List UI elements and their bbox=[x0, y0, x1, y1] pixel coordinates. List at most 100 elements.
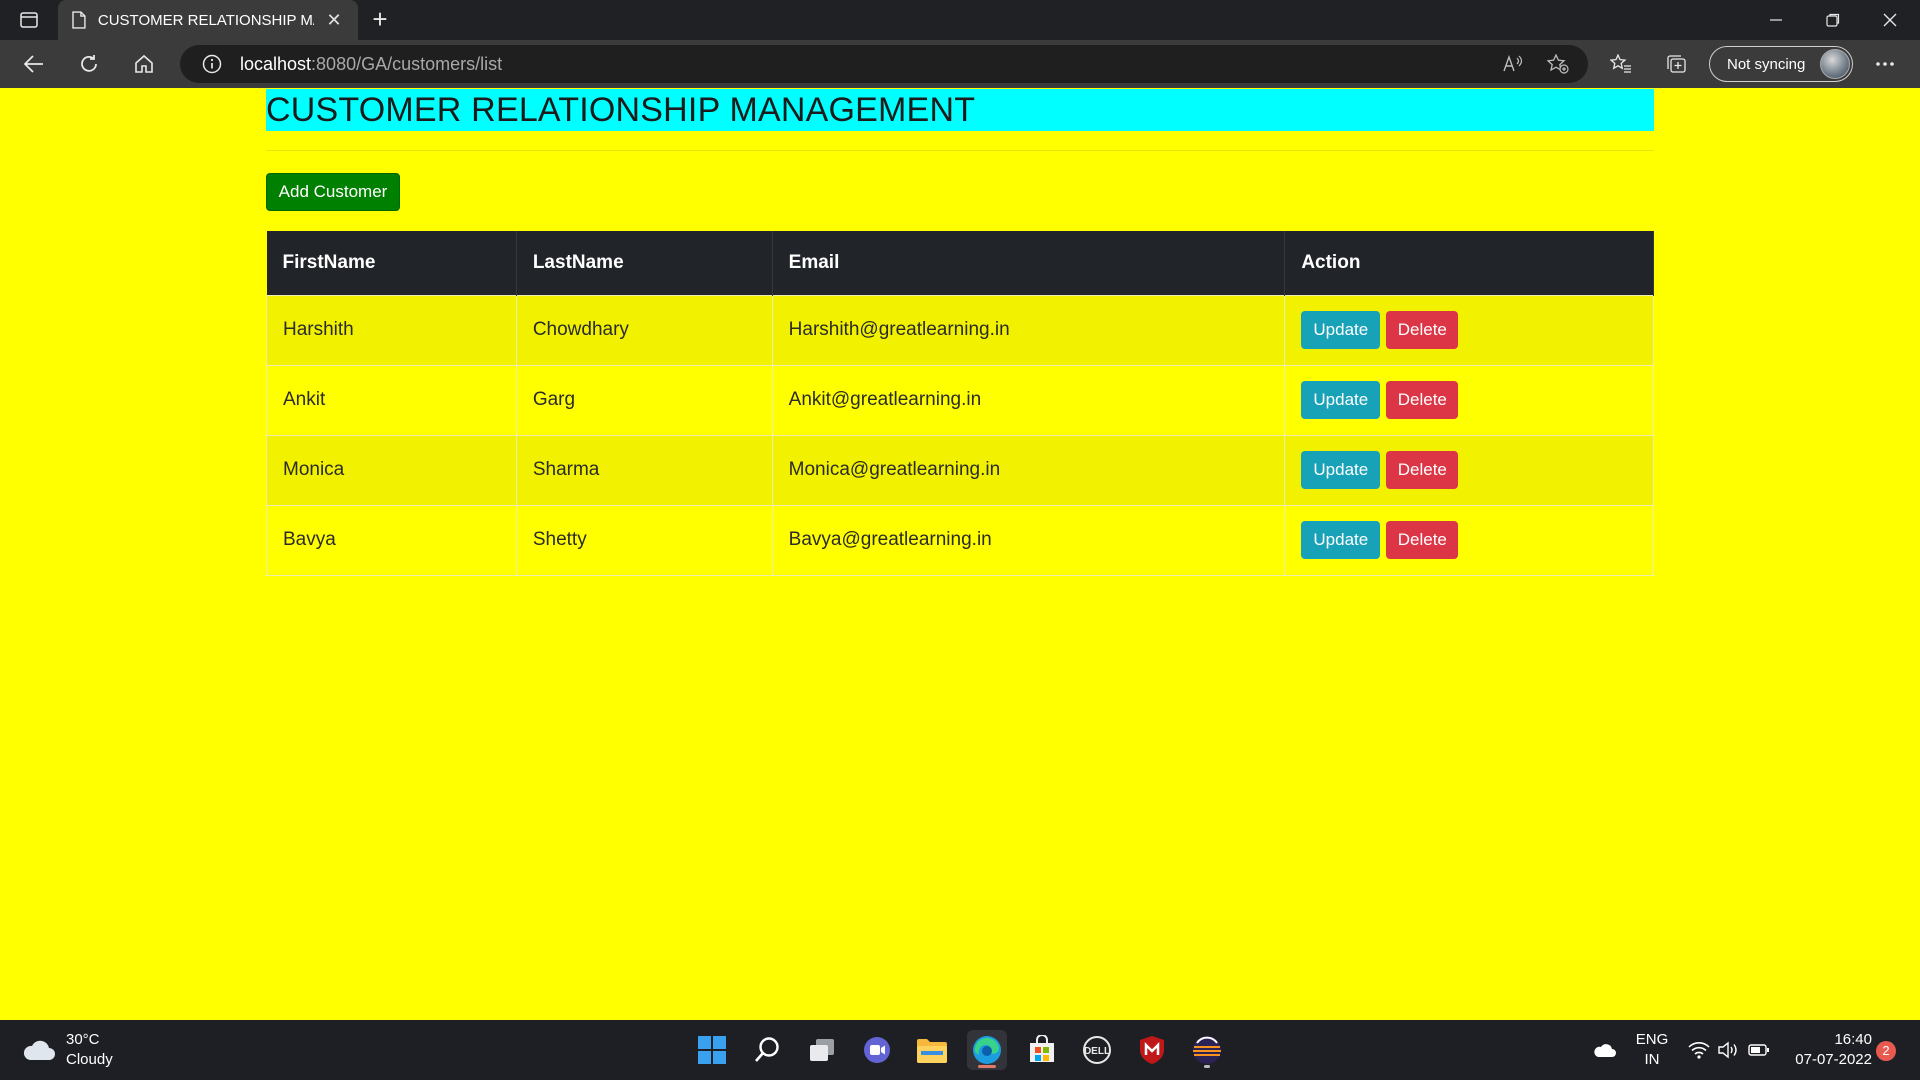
cell-email: Ankit@greatlearning.in bbox=[771, 364, 1286, 436]
page-title: CUSTOMER RELATIONSHIP MANAGEMENT bbox=[266, 89, 1654, 131]
refresh-icon bbox=[81, 55, 97, 72]
page-content: CUSTOMER RELATIONSHIP MANAGEMENT Add Cus… bbox=[0, 88, 1920, 1020]
task-view-button[interactable] bbox=[802, 1030, 842, 1070]
add-customer-button[interactable]: Add Customer bbox=[266, 173, 400, 211]
home-icon bbox=[135, 54, 153, 73]
onedrive-cloud-icon bbox=[1594, 1044, 1616, 1057]
read-aloud-button[interactable] bbox=[1500, 53, 1526, 75]
cell-email: Bavya@greatlearning.in bbox=[771, 504, 1286, 576]
restore-button[interactable] bbox=[1805, 0, 1861, 40]
tab-close-icon[interactable]: ✕ bbox=[324, 10, 344, 31]
delete-button[interactable]: Delete bbox=[1386, 451, 1459, 489]
file-explorer-button[interactable] bbox=[912, 1030, 952, 1070]
back-arrow-icon bbox=[24, 55, 43, 73]
weather-widget[interactable]: 30°C Cloudy bbox=[22, 1030, 113, 1070]
url-path: :8080/GA/customers/list bbox=[311, 53, 503, 74]
column-header-email: Email bbox=[772, 231, 1286, 295]
column-header-action: Action bbox=[1284, 231, 1654, 295]
home-button[interactable] bbox=[127, 48, 161, 80]
cell-lastname: Garg bbox=[515, 364, 773, 436]
delete-button[interactable]: Delete bbox=[1386, 521, 1459, 559]
update-button[interactable]: Update bbox=[1301, 381, 1381, 419]
read-aloud-icon bbox=[1503, 55, 1523, 72]
task-view-icon bbox=[810, 1039, 834, 1061]
favorites-icon bbox=[1610, 54, 1631, 73]
site-info-icon[interactable] bbox=[202, 54, 222, 74]
avatar bbox=[1820, 49, 1850, 79]
collections-button[interactable] bbox=[1663, 53, 1689, 75]
tab-actions-button[interactable] bbox=[14, 8, 44, 32]
search-button[interactable] bbox=[747, 1030, 787, 1070]
minimize-icon bbox=[1770, 19, 1782, 21]
column-header-firstname: FirstName bbox=[266, 231, 517, 295]
eclipse-icon bbox=[1193, 1036, 1221, 1064]
volume-button[interactable] bbox=[1714, 1030, 1744, 1070]
minimize-button[interactable] bbox=[1748, 0, 1804, 40]
update-button[interactable]: Update bbox=[1301, 311, 1381, 349]
teams-chat-button[interactable] bbox=[857, 1030, 897, 1070]
delete-button[interactable]: Delete bbox=[1386, 381, 1459, 419]
tab-customer-list[interactable]: CUSTOMER RELATIONSHIP MANAGEMENT ✕ bbox=[58, 0, 358, 40]
divider bbox=[266, 150, 1654, 151]
settings-more-button[interactable] bbox=[1872, 53, 1898, 75]
clock[interactable]: 16:40 07-07-2022 bbox=[1782, 1030, 1872, 1070]
browser-toolbar: localhost:8080/GA/customers/list Not syn… bbox=[0, 40, 1920, 88]
tab-title: CUSTOMER RELATIONSHIP MANAGEMENT bbox=[97, 11, 314, 29]
cell-firstname: Ankit bbox=[266, 364, 517, 436]
speaker-icon bbox=[1718, 1041, 1737, 1059]
refresh-button[interactable] bbox=[72, 48, 106, 80]
search-icon bbox=[755, 1037, 779, 1062]
star-add-icon bbox=[1547, 54, 1569, 74]
edge-icon bbox=[973, 1036, 1001, 1064]
cell-email: Monica@greatlearning.in bbox=[771, 434, 1286, 506]
clock-date: 07-07-2022 bbox=[1795, 1051, 1872, 1068]
cell-firstname: Harshith bbox=[266, 294, 517, 366]
address-bar[interactable]: localhost:8080/GA/customers/list bbox=[180, 45, 1588, 83]
collections-icon bbox=[1667, 55, 1686, 73]
language-line1: ENG bbox=[1635, 1031, 1669, 1048]
cell-lastname: Chowdhary bbox=[515, 294, 773, 366]
restore-icon bbox=[1826, 13, 1840, 27]
close-window-button[interactable] bbox=[1862, 0, 1918, 40]
taskbar: 30°C Cloudy DELL ENG IN 16:40 07-07-2022… bbox=[0, 1020, 1920, 1080]
notification-badge[interactable]: 2 bbox=[1876, 1041, 1896, 1061]
back-button[interactable] bbox=[17, 48, 51, 80]
file-explorer-icon bbox=[917, 1039, 947, 1063]
wifi-button[interactable] bbox=[1684, 1030, 1714, 1070]
eclipse-button[interactable] bbox=[1187, 1030, 1227, 1070]
favorites-button[interactable] bbox=[1608, 53, 1634, 75]
table-header-row: FirstName LastName Email Action bbox=[266, 231, 1654, 295]
start-icon bbox=[698, 1036, 726, 1064]
cloud-icon bbox=[23, 1040, 55, 1060]
language-indicator[interactable]: ENG IN bbox=[1632, 1030, 1672, 1070]
add-favorite-button[interactable] bbox=[1545, 53, 1571, 75]
sync-status-label: Not syncing bbox=[1727, 55, 1806, 73]
cell-firstname: Monica bbox=[266, 434, 517, 506]
update-button[interactable]: Update bbox=[1301, 451, 1381, 489]
mcafee-icon bbox=[1140, 1036, 1164, 1064]
cell-action: Update Delete bbox=[1284, 364, 1654, 436]
mcafee-button[interactable] bbox=[1132, 1030, 1172, 1070]
start-button[interactable] bbox=[692, 1030, 732, 1070]
store-button[interactable] bbox=[1022, 1030, 1062, 1070]
battery-button[interactable] bbox=[1744, 1030, 1774, 1070]
onedrive-button[interactable] bbox=[1589, 1030, 1619, 1070]
table-row: Harshith Chowdhary Harshith@greatlearnin… bbox=[266, 294, 1654, 366]
cell-lastname: Sharma bbox=[515, 434, 773, 506]
profile-sync-button[interactable]: Not syncing bbox=[1709, 46, 1853, 82]
update-button[interactable]: Update bbox=[1301, 521, 1381, 559]
cell-firstname: Bavya bbox=[266, 504, 517, 576]
table-row: Bavya Shetty Bavya@greatlearning.in Upda… bbox=[266, 504, 1654, 576]
cell-action: Update Delete bbox=[1284, 434, 1654, 506]
customer-table: FirstName LastName Email Action Harshith… bbox=[266, 231, 1654, 576]
dell-app-button[interactable]: DELL bbox=[1077, 1030, 1117, 1070]
edge-browser-button[interactable] bbox=[967, 1030, 1007, 1070]
cell-action: Update Delete bbox=[1284, 294, 1654, 366]
tab-actions-icon bbox=[20, 12, 38, 28]
more-dots-icon bbox=[1876, 62, 1894, 66]
new-tab-button[interactable]: + bbox=[366, 6, 394, 34]
weather-temp: 30°C bbox=[66, 1031, 100, 1048]
svg-text:DELL: DELL bbox=[1084, 1046, 1110, 1057]
wifi-icon bbox=[1688, 1042, 1710, 1059]
delete-button[interactable]: Delete bbox=[1386, 311, 1459, 349]
